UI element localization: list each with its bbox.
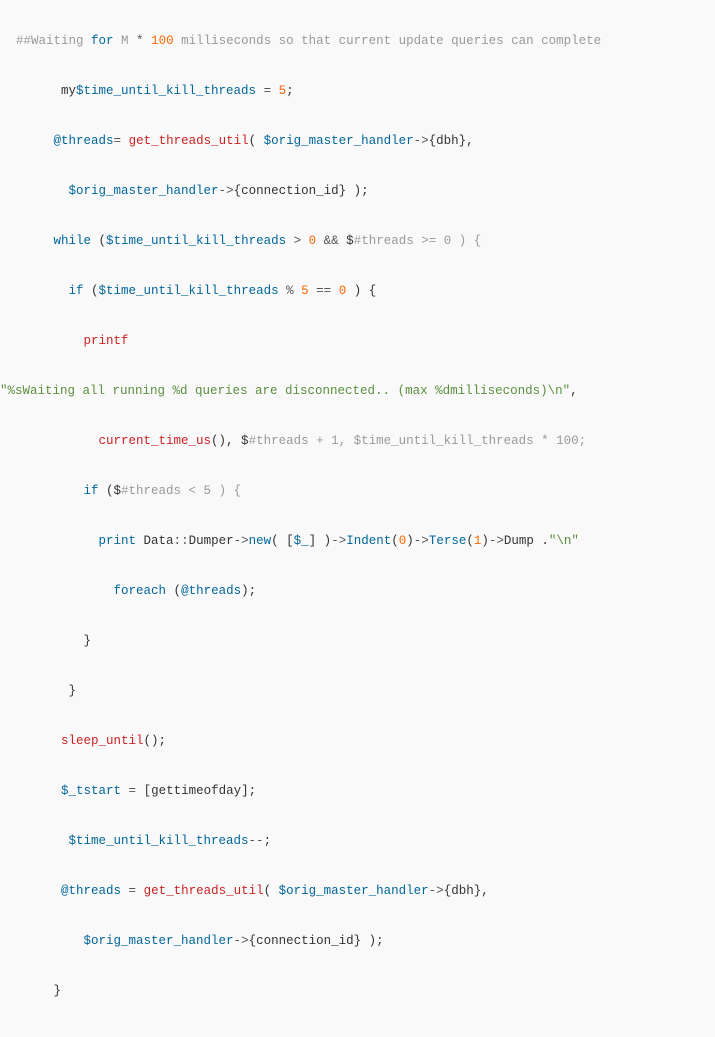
code-line: ##Waiting for M * 100 milliseconds so th… (0, 29, 715, 54)
string-literal: "\n" (549, 534, 579, 548)
method: new (249, 534, 272, 548)
comment-text: ##Waiting (16, 34, 91, 48)
code-line: foreach (@threads); (0, 579, 715, 604)
variable: $_tstart (61, 784, 121, 798)
method: Indent (346, 534, 391, 548)
code-line: @threads= get_threads_util( $orig_master… (0, 129, 715, 154)
code-line: } (0, 679, 715, 704)
function-call: sleep_until (61, 734, 144, 748)
keyword: for (91, 34, 114, 48)
code-line: $orig_master_handler->{connection_id} ); (0, 179, 715, 204)
code-line: "%sWaiting all running %d queries are di… (0, 379, 715, 404)
code-line: @threads = get_threads_util( $orig_maste… (0, 879, 715, 904)
function-call: get_threads_util (144, 884, 264, 898)
variable: $time_until_kill_threads (69, 834, 249, 848)
string-literal: "%sWaiting all running %d queries are di… (0, 384, 570, 398)
code-line: my$time_until_kill_threads = 5; (0, 79, 715, 104)
code-line: $orig_master_handler->{connection_id} ); (0, 929, 715, 954)
code-line: current_time_us(), $#threads + 1, $time_… (0, 429, 715, 454)
variable: $time_until_kill_threads (76, 84, 256, 98)
keyword: if (84, 484, 99, 498)
code-line: $_tstart = [gettimeofday]; (0, 779, 715, 804)
function-call: get_threads_util (129, 134, 249, 148)
variable: @threads (54, 134, 114, 148)
function-call: current_time_us (99, 434, 212, 448)
code-line: sleep_until(); (0, 729, 715, 754)
code-line: } (0, 979, 715, 1004)
method: Terse (429, 534, 467, 548)
code-line: if ($#threads < 5 ) { (0, 479, 715, 504)
keyword: if (69, 284, 84, 298)
keyword: while (54, 234, 92, 248)
variable: @threads (61, 884, 121, 898)
code-line: $time_until_kill_threads--; (0, 829, 715, 854)
keyword: print (99, 534, 137, 548)
function-call: printf (84, 334, 129, 348)
code-line: while ($time_until_kill_threads > 0 && $… (0, 229, 715, 254)
code-line: printf (0, 329, 715, 354)
code-block: ##Waiting for M * 100 milliseconds so th… (0, 0, 715, 1037)
code-line: if ($time_until_kill_threads % 5 == 0 ) … (0, 279, 715, 304)
code-line: print Data::Dumper->new( [$_] )->Indent(… (0, 529, 715, 554)
keyword: foreach (114, 584, 167, 598)
code-line: } (0, 629, 715, 654)
